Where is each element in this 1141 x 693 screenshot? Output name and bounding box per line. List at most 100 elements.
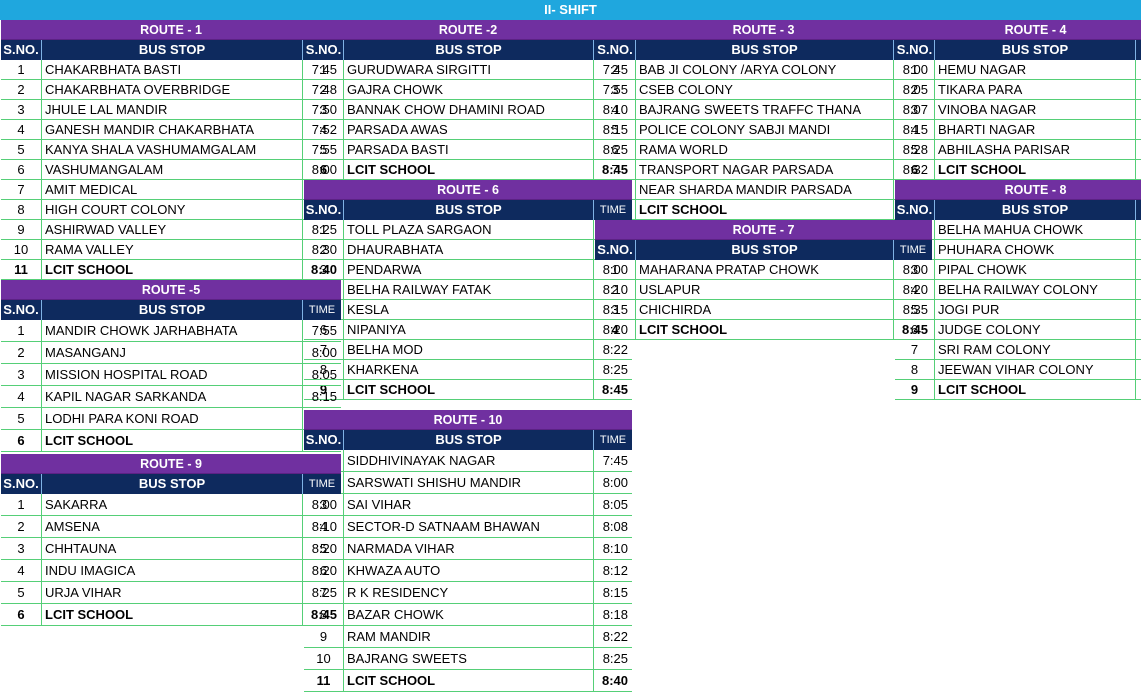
table-row: 6LCIT SCHOOL8:45 — [1, 604, 341, 626]
bus-stop-name: LCIT SCHOOL — [344, 160, 594, 179]
bus-stop-name: VINOBA NAGAR — [935, 100, 1136, 119]
bus-stop-name: GANESH MANDIR CHAKARBHATA — [42, 120, 303, 139]
bus-stop-name: TOLL PLAZA SARGAON — [344, 220, 594, 239]
table-row: 2 MASANGANJ 8:00 — [1, 342, 341, 364]
bus-stop-name: AMIT MEDICAL — [42, 180, 303, 199]
stop-time: 8:20 — [1136, 340, 1141, 359]
table-row: 6LCIT SCHOOL8:45 — [1, 430, 341, 452]
serial-number: 2 — [304, 240, 344, 259]
serial-number: 2 — [895, 80, 935, 99]
stop-time: 7:55 — [311, 323, 337, 338]
stop-time: 8:05 — [602, 497, 628, 512]
serial-number: 1 — [895, 60, 935, 79]
stop-time: 8:20 — [311, 541, 337, 556]
bus-stop-name: BAB JI COLONY /ARYA COLONY — [636, 60, 894, 79]
bus-stop-name: LCIT SCHOOL — [42, 604, 303, 625]
stop-time: 8:12 — [602, 563, 628, 578]
serial-number: 7 — [595, 160, 636, 179]
bus-stop-name: RAMA VALLEY — [42, 240, 303, 259]
serial-number: 11 — [1, 260, 42, 279]
table-row: 5LODHI PARA KONI ROAD8:25 — [1, 408, 341, 430]
stop-time: 8:22 — [602, 629, 628, 644]
bus-stop-name: PARSADA BASTI — [344, 140, 594, 159]
table-row: 1TOLL PLAZA SARGAON7:40 — [304, 220, 632, 240]
stop-time: 8:15 — [1136, 120, 1141, 139]
serial-number: 4 — [1, 120, 42, 139]
table-row: 8JEEWAN VIHAR COLONY8:30 — [895, 360, 1141, 380]
sno-header: S.NO. — [1, 474, 42, 494]
route-title: ROUTE - 6 — [304, 180, 632, 200]
stop-time: 8:30 — [1136, 140, 1141, 159]
table-row: 11 LCIT SCHOOL 8:40 — [304, 670, 632, 692]
bus-stop-name: VASHUMANGALAM — [42, 160, 303, 179]
table-row: 5 KANYA SHALA VASHUMAMGALAM 7:55 — [1, 140, 341, 160]
route-table-r9: ROUTE - 9 S.NO. BUS STOP TIME 1 SAKARRA 8:00 2 A… — [1, 454, 341, 626]
bus-stop-name: DHAURABHATA — [344, 240, 594, 259]
bus-stop-name: MISSION HOSPITAL ROAD — [42, 364, 303, 385]
bus-stop-header: BUS STOP — [42, 300, 303, 320]
route-title: ROUTE - 8 — [895, 180, 1141, 200]
bus-stop-name: PHUHARA CHOWK — [935, 240, 1136, 259]
bus-stop-name: AMSENA — [42, 516, 303, 537]
serial-number: 6 — [595, 140, 636, 159]
serial-number: 2 — [304, 80, 344, 99]
sno-header: S.NO. — [1, 300, 42, 320]
serial-number: 5 — [1, 582, 42, 603]
table-header: S.NO.BUS STOPTIME — [595, 240, 932, 260]
bus-stop-name: SAKARRA — [42, 494, 303, 515]
bus-stop-name: BELHA RAILWAY FATAK — [344, 280, 594, 299]
table-row: 1 GURUDWARA SIRGITTI 7:45 — [304, 60, 632, 80]
route-table-r3: ROUTE - 3S.NO.BUS STOPTIME2BAB JI COLONY… — [595, 20, 932, 220]
bus-stop-name: SIDDHIVINAYAK NAGAR — [344, 450, 594, 471]
table-row: 7R K RESIDENCY 8:15 — [304, 582, 632, 604]
serial-number: 7 — [1, 180, 42, 199]
sno-header: S.NO. — [595, 240, 636, 260]
serial-number: 2 — [1, 80, 42, 99]
stop-time: 8:18 — [602, 607, 628, 622]
stop-time: 8:45 — [1136, 160, 1141, 179]
stop-time: 7:50 — [1136, 60, 1141, 79]
route-title: ROUTE - 10 — [304, 410, 632, 430]
bus-stop-name: BAJRANG SWEETS TRAFFC THANA — [636, 100, 894, 119]
bus-stop-name: HIGH COURT COLONY — [42, 200, 303, 219]
stop-time: 8:10 — [602, 541, 628, 556]
stop-time: 8:08 — [602, 519, 628, 534]
stop-time: 8:45 — [1136, 380, 1141, 399]
stop-time: 8:40 — [601, 673, 628, 688]
bus-stop-name: MASANGANJ — [42, 342, 303, 363]
serial-number: 8 — [1, 200, 42, 219]
route-title: ROUTE - 7 — [595, 220, 932, 240]
table-header: S.NO.BUS STOPTIME — [304, 430, 632, 450]
stop-time: 8:45 — [310, 607, 337, 622]
bus-stop-name: KHARKENA — [344, 360, 594, 379]
serial-number: 2 — [1, 342, 42, 363]
table-row: 9 ASHIRWAD VALLEY 8:25 — [1, 220, 341, 240]
serial-number: 8 — [895, 360, 935, 379]
serial-number: 2 — [595, 280, 636, 299]
serial-number: 4 — [304, 120, 344, 139]
sno-header: S.NO. — [304, 200, 344, 220]
bus-stop-name: RAM MANDIR — [344, 626, 594, 647]
serial-number: 6 — [1, 160, 42, 179]
bus-stop-header: BUS STOP — [636, 240, 894, 260]
table-row: 5 NARMADA VIHAR 8:10 — [304, 538, 632, 560]
table-header: S.NO.BUS STOPTIME — [1, 40, 341, 60]
table-row: 3 CSEB COLONY 8:05 — [595, 80, 932, 100]
stop-time: 8:20 — [902, 282, 928, 297]
table-row: 4 GANESH MANDIR CHAKARBHATA 7:52 — [1, 120, 341, 140]
serial-number: 3 — [595, 300, 636, 319]
bus-stop-name: SARSWATI SHISHU MANDIR — [344, 472, 594, 493]
bus-stop-name: LCIT SCHOOL — [42, 430, 303, 451]
table-row: 6LCIT SCHOOL8:45 — [304, 160, 632, 180]
table-row: 3 MISSION HOSPITAL ROAD 8:05 — [1, 364, 341, 386]
table-row: 3 BANNAK CHOW DHAMINI ROAD 8:10 — [304, 100, 632, 120]
serial-number: 9 — [895, 380, 935, 399]
table-row: 1HEMU NAGAR7:50 — [895, 60, 1141, 80]
route-table-r1: ROUTE - 1S.NO.BUS STOPTIME1CHAKARBHATA B… — [1, 20, 341, 280]
sno-header: S.NO. — [1, 40, 42, 60]
table-row: 8 KHARKENA 8:25 — [304, 360, 632, 380]
bus-stop-name: BELHA MAHUA CHOWK — [935, 220, 1136, 239]
serial-number: 5 — [304, 140, 344, 159]
bus-stop-name: PARSADA AWAS — [344, 120, 594, 139]
bus-stop-name: RAMA WORLD — [636, 140, 894, 159]
